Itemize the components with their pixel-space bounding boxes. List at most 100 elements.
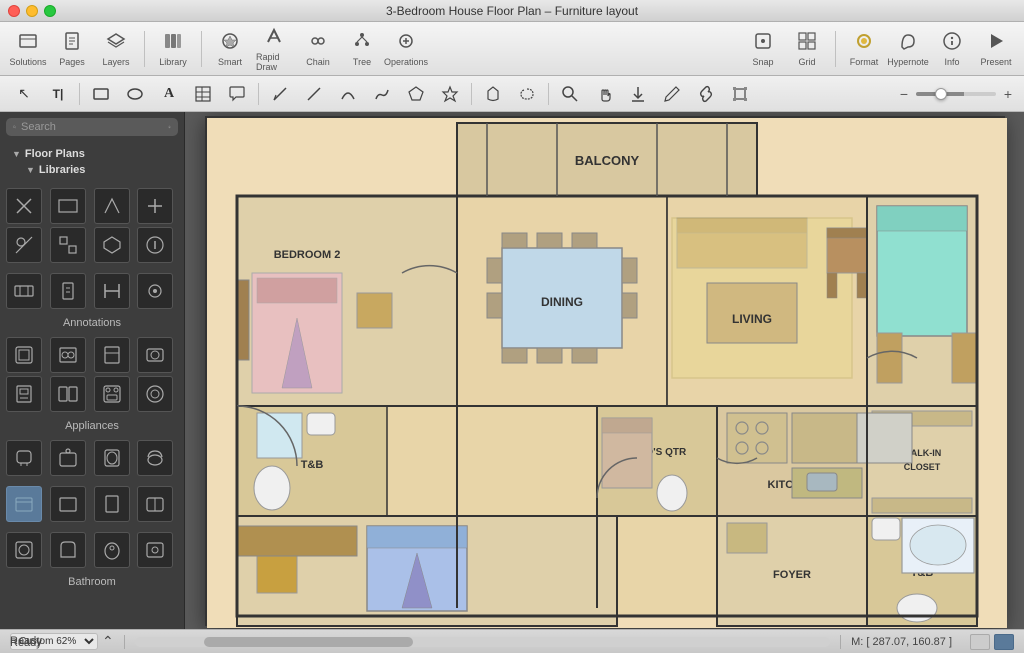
toolbar-present[interactable]: Present — [976, 28, 1016, 70]
scroll-thumb[interactable] — [204, 637, 413, 647]
lib-item-bath-sel-2[interactable] — [50, 486, 86, 522]
lib-item-bath-3-1[interactable] — [6, 532, 42, 568]
toolbar-grid[interactable]: Grid — [787, 28, 827, 70]
tool-transform[interactable] — [724, 80, 756, 108]
lib-item-bath-sel-1[interactable] — [6, 486, 42, 522]
drawing-toolbar: ↖ T| A − + — [0, 76, 1024, 112]
lib-item-10[interactable] — [50, 273, 86, 309]
lib-item-bath-1[interactable] — [6, 440, 42, 476]
minimize-button[interactable] — [26, 5, 38, 17]
tool-search-zoom[interactable] — [554, 80, 586, 108]
toolbar-snap[interactable]: Snap — [743, 28, 783, 70]
lib-item-app-4[interactable] — [137, 337, 173, 373]
toolbar-library[interactable]: Library — [153, 28, 193, 70]
lib-item-3[interactable] — [94, 188, 130, 224]
toolbar-pages[interactable]: Pages — [52, 28, 92, 70]
lib-item-bath-3-3[interactable] — [94, 532, 130, 568]
tool-text-cursor[interactable]: T| — [42, 80, 74, 108]
canvas-view-button[interactable] — [994, 634, 1014, 650]
solutions-label: Solutions — [9, 57, 46, 67]
lib-item-app-5[interactable] — [6, 376, 42, 412]
lib-item-app-3[interactable] — [94, 337, 130, 373]
tool-arc[interactable] — [332, 80, 364, 108]
lib-item-bath-3-4[interactable] — [137, 532, 173, 568]
window-title: 3-Bedroom House Floor Plan – Furniture l… — [386, 4, 638, 18]
toolbar-sep-3 — [835, 31, 836, 67]
lib-item-5[interactable] — [6, 227, 42, 263]
chain-icon — [308, 31, 328, 56]
lib-item-bath-sel-3[interactable] — [94, 486, 130, 522]
lib-item-4[interactable] — [137, 188, 173, 224]
status-sep-2 — [840, 635, 841, 649]
lib-item-bath-4[interactable] — [137, 440, 173, 476]
lib-item-app-2[interactable] — [50, 337, 86, 373]
search-input[interactable] — [21, 121, 163, 133]
lib-item-8[interactable] — [137, 227, 173, 263]
maximize-button[interactable] — [44, 5, 56, 17]
zoom-slider[interactable] — [916, 92, 996, 96]
tool-table[interactable] — [187, 80, 219, 108]
tool-download[interactable] — [622, 80, 654, 108]
toolbar-smart[interactable]: Smart — [210, 28, 250, 70]
tool-hand[interactable] — [588, 80, 620, 108]
sidebar-item-floor-plans[interactable]: ▼ Floor Plans — [8, 146, 176, 162]
toolbar-operations[interactable]: Operations — [386, 28, 426, 70]
tool-freehand[interactable] — [366, 80, 398, 108]
search-bar[interactable] — [6, 118, 178, 136]
lib-item-app-7[interactable] — [94, 376, 130, 412]
zoom-up-icon[interactable]: ⌃ — [102, 633, 114, 650]
toolbar-layers[interactable]: Layers — [96, 28, 136, 70]
tool-pencil[interactable] — [656, 80, 688, 108]
tool-bubble[interactable] — [221, 80, 253, 108]
lib-item-6[interactable] — [50, 227, 86, 263]
lib-item-9[interactable] — [6, 273, 42, 309]
tool-ellipse[interactable] — [119, 80, 151, 108]
lib-item-2[interactable] — [50, 188, 86, 224]
tool-text[interactable]: A — [153, 80, 185, 108]
lib-item-bath-3-2[interactable] — [50, 532, 86, 568]
lib-item-bath-2[interactable] — [50, 440, 86, 476]
canvas-area[interactable]: BALCONY BEDROOM 2 T&B — [185, 112, 1024, 629]
canvas-fit-button[interactable] — [970, 634, 990, 650]
bathroom-grid-3 — [0, 528, 184, 572]
lib-item-7[interactable] — [94, 227, 130, 263]
tool-pointer[interactable]: ↖ — [8, 80, 40, 108]
tool-lasso[interactable] — [511, 80, 543, 108]
lib-item-app-6[interactable] — [50, 376, 86, 412]
toolbar-hypernote[interactable]: Hypernote — [888, 28, 928, 70]
tool-line[interactable] — [298, 80, 330, 108]
zoom-minus-button[interactable]: − — [896, 86, 912, 102]
toolbar-rapid-draw[interactable]: Rapid Draw — [254, 28, 294, 70]
lib-item-12[interactable] — [137, 273, 173, 309]
sidebar-item-libraries[interactable]: ▼ Libraries — [22, 162, 176, 178]
lib-item-bath-sel-4[interactable] — [137, 486, 173, 522]
lib-item-bath-3[interactable] — [94, 440, 130, 476]
toolbar-chain[interactable]: Chain — [298, 28, 338, 70]
zoom-plus-button[interactable]: + — [1000, 86, 1016, 102]
statusbar: Custom 62% 25% 50% 75% 100% 150% ⌃ M: [ … — [0, 629, 1024, 653]
tool-magic-pen[interactable] — [434, 80, 466, 108]
floor-plans-arrow: ▼ — [12, 149, 21, 159]
status-sep-1 — [124, 635, 125, 649]
scroll-track[interactable] — [135, 637, 830, 647]
layers-label: Layers — [102, 57, 129, 67]
toolbar-info[interactable]: Info — [932, 28, 972, 70]
svg-text:DINING: DINING — [541, 295, 583, 309]
toolbar-format[interactable]: Format — [844, 28, 884, 70]
rapid-draw-label: Rapid Draw — [256, 52, 292, 72]
close-button[interactable] — [8, 5, 20, 17]
titlebar: 3-Bedroom House Floor Plan – Furniture l… — [0, 0, 1024, 22]
lib-item-app-8[interactable] — [137, 376, 173, 412]
lib-item-app-1[interactable] — [6, 337, 42, 373]
lib-item-1[interactable] — [6, 188, 42, 224]
toolbar-solutions[interactable]: Solutions — [8, 28, 48, 70]
toolbar-tree[interactable]: Tree — [342, 28, 382, 70]
tool-bucket[interactable] — [477, 80, 509, 108]
tool-pen[interactable] — [264, 80, 296, 108]
tool-polygon[interactable] — [400, 80, 432, 108]
tool-link[interactable] — [690, 80, 722, 108]
hypernote-icon — [898, 31, 918, 56]
tool-rectangle[interactable] — [85, 80, 117, 108]
bathroom-label: Bathroom — [0, 572, 184, 590]
lib-item-11[interactable] — [94, 273, 130, 309]
